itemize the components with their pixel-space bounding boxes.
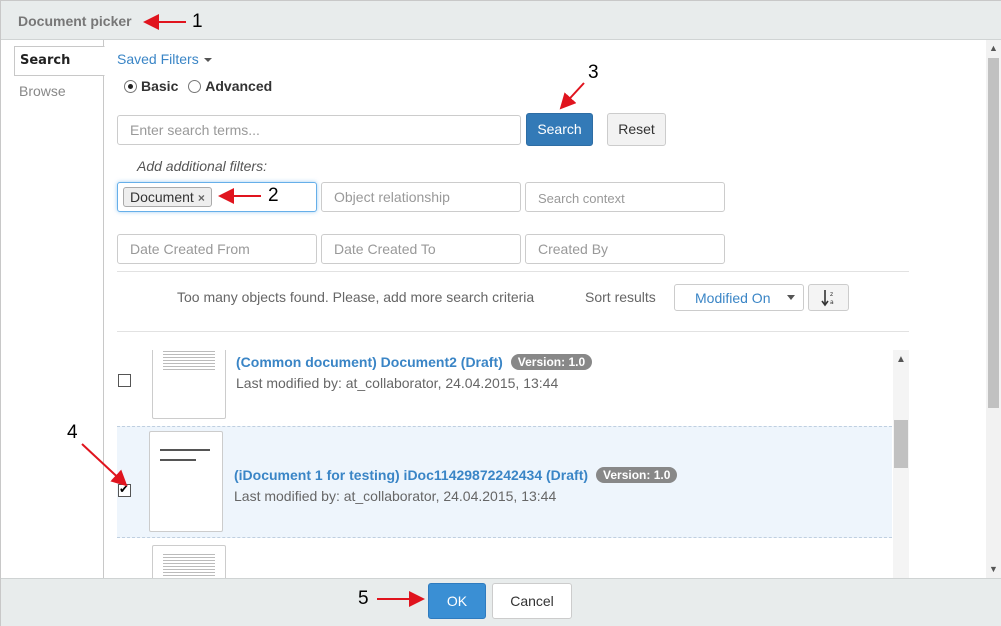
annotation-number-1: 1 xyxy=(192,11,203,32)
annotation-number-3: 3 xyxy=(588,62,599,83)
annotation-arrow-3 xyxy=(559,82,585,110)
annotation-arrows xyxy=(81,14,585,607)
annotation-number-5: 5 xyxy=(358,588,369,609)
annotation-number-2: 2 xyxy=(268,185,279,206)
annotation-number-4: 4 xyxy=(67,422,78,443)
annotation-arrow-4 xyxy=(81,443,128,487)
